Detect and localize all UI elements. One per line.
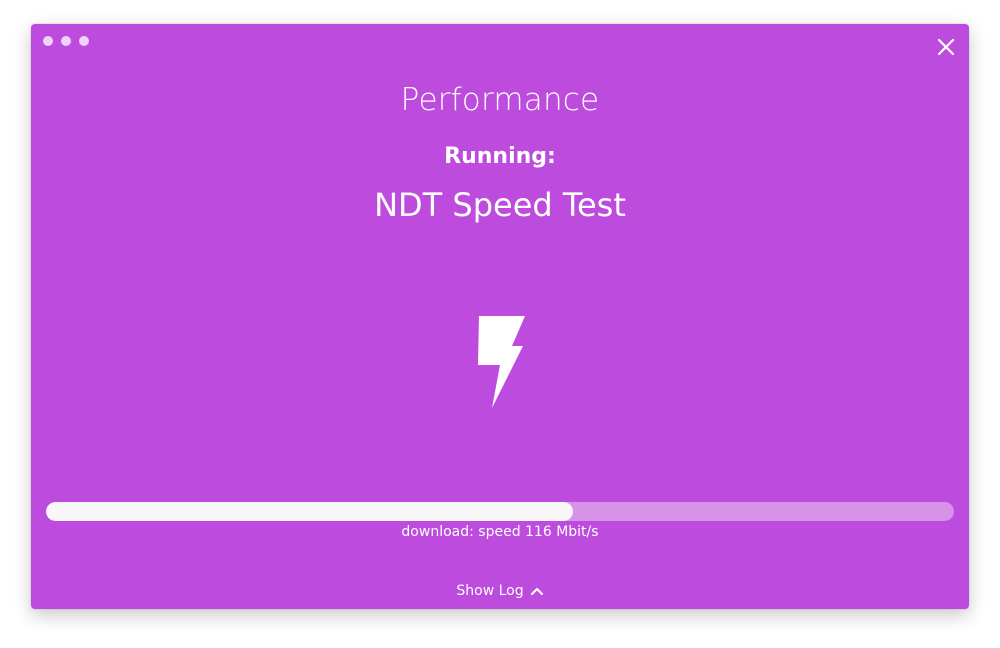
- show-log-button[interactable]: Show Log: [31, 583, 969, 599]
- window-control-dot[interactable]: [79, 36, 89, 46]
- show-log-label: Show Log: [456, 583, 524, 599]
- close-button[interactable]: [935, 36, 957, 58]
- lightning-bolt-icon: [478, 316, 525, 408]
- progress-fill: [46, 502, 573, 521]
- test-name: NDT Speed Test: [374, 186, 626, 224]
- progress-bar: [46, 502, 954, 521]
- page-title: Performance: [400, 82, 600, 118]
- window-control-dot[interactable]: [61, 36, 71, 46]
- app-window: Performance Running: NDT Speed Test down…: [31, 24, 969, 609]
- window-control-dot[interactable]: [43, 36, 53, 46]
- running-label: Running:: [444, 144, 556, 169]
- close-icon: [937, 38, 955, 56]
- window-controls: [43, 36, 89, 46]
- chevron-up-icon: [530, 587, 543, 596]
- status-text: download: speed 116 Mbit/s: [401, 524, 599, 540]
